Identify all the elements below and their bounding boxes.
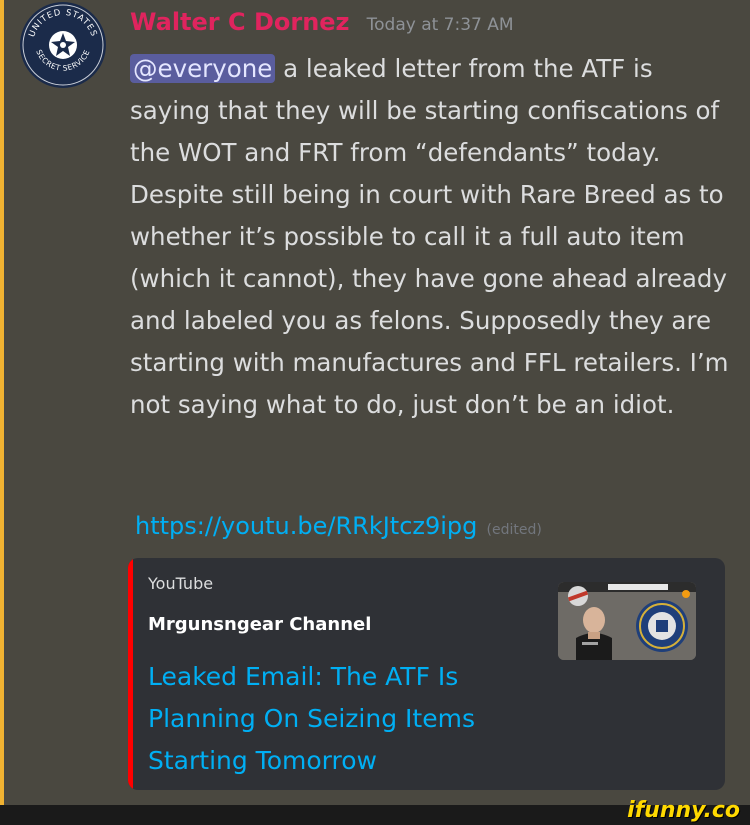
link-embed: YouTube Mrgunsngear Channel Leaked Email…: [128, 558, 725, 790]
embed-accent-bar: [128, 558, 133, 790]
message-body: @everyone a leaked letter from the ATF i…: [130, 48, 735, 426]
link-row: https://youtu.be/RRkJtcz9ipg (edited): [135, 512, 542, 540]
video-thumbnail-image: [558, 582, 696, 660]
embed-provider[interactable]: YouTube: [148, 574, 213, 593]
secret-service-seal-icon: UNITED STATES SECRET SERVICE: [21, 3, 105, 87]
timestamp: Today at 7:37 AM: [366, 15, 514, 35]
embed-author[interactable]: Mrgunsngear Channel: [148, 614, 371, 635]
avatar[interactable]: UNITED STATES SECRET SERVICE: [20, 2, 106, 88]
embed-title[interactable]: Leaked Email: The ATF Is Planning On Sei…: [148, 656, 528, 782]
youtube-link[interactable]: https://youtu.be/RRkJtcz9ipg: [135, 512, 477, 540]
everyone-mention[interactable]: @everyone: [130, 54, 276, 83]
edited-label: (edited): [486, 522, 542, 538]
message-text: a leaked letter from the ATF is saying t…: [130, 54, 729, 419]
ifunny-watermark: ifunny.co: [627, 798, 740, 823]
video-thumbnail[interactable]: [558, 582, 696, 660]
mention-highlight-bar: [0, 0, 4, 805]
message-header: Walter C Dornez Today at 7:37 AM: [130, 8, 514, 36]
username[interactable]: Walter C Dornez: [130, 8, 350, 36]
